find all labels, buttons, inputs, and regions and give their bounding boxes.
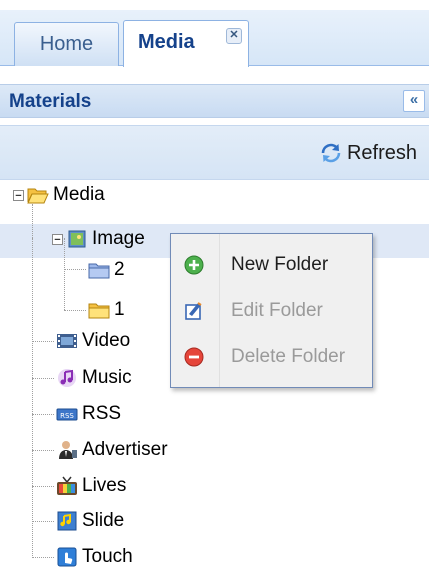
- tab-home-label: Home: [39, 33, 94, 55]
- double-chevron-left-icon[interactable]: «: [403, 90, 425, 112]
- menu-item-label: Delete Folder: [231, 346, 346, 367]
- tree-node-slide[interactable]: Slide: [56, 506, 124, 536]
- film-icon: [57, 334, 77, 348]
- tree-node-label: Lives: [82, 475, 127, 496]
- tree-node-video[interactable]: Video: [56, 326, 130, 356]
- tree-node-label: Image: [92, 228, 145, 249]
- panel-title: Materials: [9, 91, 92, 112]
- tree-line: [64, 310, 86, 311]
- refresh-button[interactable]: Refresh: [319, 140, 417, 166]
- toolbar: Refresh: [0, 125, 429, 180]
- tree-line: [32, 521, 54, 522]
- folder-open-icon: [27, 188, 49, 204]
- tree-node-image[interactable]: − Image: [52, 224, 145, 254]
- tree-node-folder-2[interactable]: 2: [88, 255, 125, 285]
- tree-node-rss[interactable]: RSS RSS: [56, 399, 121, 429]
- collapse-toggle-icon[interactable]: −: [52, 233, 63, 245]
- tree-node-advertiser[interactable]: Advertiser: [56, 435, 168, 465]
- image-icon: [68, 230, 86, 248]
- folder-yellow-icon: [88, 303, 110, 319]
- tree-node-label: 2: [114, 259, 125, 280]
- tree-line: [32, 486, 54, 487]
- tree-node-label: Slide: [82, 510, 125, 531]
- tree-node-label: Music: [82, 367, 132, 388]
- menu-item-delete-folder[interactable]: Delete Folder: [171, 334, 372, 380]
- tree-node-folder-1[interactable]: 1: [88, 295, 125, 325]
- collapse-toggle-icon[interactable]: −: [13, 189, 24, 201]
- tab-media[interactable]: Media ✕: [123, 20, 249, 67]
- tree-line: [32, 557, 54, 558]
- tree-line: [32, 341, 54, 342]
- panel-header: Materials «: [0, 84, 429, 118]
- context-menu: New Folder Edit Folder Delete Folder: [170, 233, 373, 388]
- tree-node-music[interactable]: Music: [56, 363, 132, 393]
- tree-line: [32, 450, 54, 451]
- tv-icon: [57, 476, 77, 495]
- tree-node-label: Media: [53, 184, 105, 205]
- close-icon[interactable]: ✕: [226, 28, 242, 44]
- rss-icon: RSS: [56, 408, 78, 421]
- tree-node-media[interactable]: − Media: [13, 180, 105, 210]
- tree-node-label: RSS: [82, 403, 122, 424]
- tree-node-label: Video: [82, 330, 131, 351]
- advertiser-icon: [59, 441, 77, 459]
- tree-line: [32, 378, 54, 379]
- menu-item-label: Edit Folder: [231, 300, 323, 321]
- tree-node-lives[interactable]: Lives: [56, 471, 126, 501]
- tree-line: [32, 238, 33, 558]
- touch-icon: [57, 547, 77, 567]
- tree-node-label: 1: [114, 299, 125, 320]
- slide-icon: [57, 511, 77, 531]
- svg-text:RSS: RSS: [60, 412, 74, 420]
- tab-strip: Home Media ✕: [0, 0, 429, 67]
- tab-media-label: Media: [138, 31, 195, 53]
- music-icon: [58, 369, 76, 387]
- tree-line: [32, 414, 54, 415]
- tab-home[interactable]: Home: [14, 22, 119, 66]
- refresh-icon: [321, 143, 341, 163]
- refresh-label: Refresh: [346, 142, 417, 164]
- delete-icon: [184, 347, 204, 367]
- tree-line: [64, 269, 86, 270]
- menu-item-edit-folder[interactable]: Edit Folder: [171, 288, 372, 334]
- folder-blue-icon: [88, 263, 110, 279]
- add-icon: [184, 255, 204, 275]
- tree-node-touch[interactable]: Touch: [56, 542, 133, 572]
- menu-item-label: New Folder: [231, 254, 329, 275]
- menu-item-new-folder[interactable]: New Folder: [171, 242, 372, 288]
- edit-icon: [185, 302, 202, 320]
- tree-node-label: Advertiser: [82, 439, 168, 460]
- tree-node-label: Touch: [82, 546, 133, 567]
